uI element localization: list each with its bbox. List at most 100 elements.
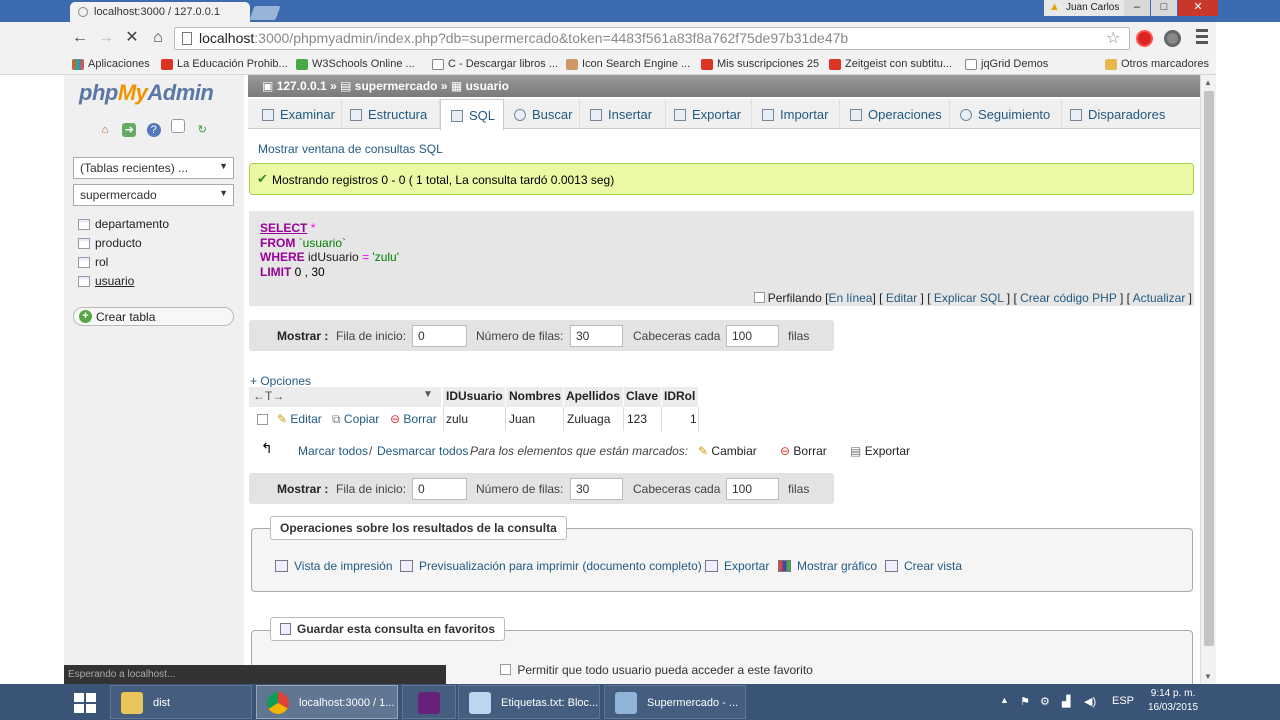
bookmark-item[interactable]: Mis suscripciones 25 — [701, 58, 819, 70]
bookmark-other[interactable]: Otros marcadores — [1105, 58, 1209, 70]
database-select[interactable]: supermercado ▼ — [73, 184, 234, 206]
browser-menu-icon[interactable] — [1196, 29, 1208, 47]
bookmark-apps[interactable]: Aplicaciones — [72, 58, 150, 70]
taskbar-item-notepad[interactable]: Etiquetas.txt: Bloc... — [458, 685, 600, 719]
scroll-up-icon[interactable]: ▲ — [1204, 78, 1212, 87]
network-icon[interactable]: ▟ — [1062, 695, 1070, 708]
logout-icon[interactable]: ➜ — [122, 123, 137, 137]
table-link-usuario[interactable]: usuario — [78, 274, 134, 288]
address-bar[interactable]: localhost:3000/phpmyadmin/index.php?db=s… — [174, 27, 1130, 50]
tab-buscar[interactable]: Buscar — [504, 99, 580, 129]
profiling-checkbox[interactable] — [753, 292, 765, 303]
bulk-export-button[interactable]: ▤ Exportar — [850, 444, 910, 458]
print-preview-full-link[interactable]: Previsualización para imprimir (document… — [400, 559, 702, 573]
breadcrumb-table[interactable]: usuario — [466, 79, 509, 93]
taskbar-item-explorer[interactable]: dist — [110, 685, 252, 719]
create-php-link[interactable]: Crear código PHP — [1020, 291, 1117, 305]
breadcrumb-server[interactable]: 127.0.0.1 — [277, 79, 327, 93]
bulk-delete-button[interactable]: ⊖ Borrar — [780, 444, 827, 458]
home-icon[interactable]: ⌂ — [148, 28, 168, 48]
home-icon[interactable]: ⌂ — [98, 123, 112, 137]
options-toggle[interactable]: + Opciones — [250, 374, 311, 388]
bookmark-item[interactable]: Icon Search Engine ... — [566, 58, 690, 70]
flag-icon[interactable]: ⚑ — [1020, 695, 1030, 708]
page-scrollbar[interactable]: ▲ ▼ — [1200, 75, 1216, 685]
stop-icon[interactable]: ✕ — [122, 28, 142, 48]
column-header[interactable]: Nombres — [506, 387, 563, 407]
taskbar-item-chrome[interactable]: localhost:3000 / 1... — [256, 685, 398, 719]
phpmyadmin-logo[interactable]: phpMyAdmin — [79, 80, 214, 106]
tab-estructura[interactable]: Estructura — [342, 99, 440, 129]
language-indicator[interactable]: ESP — [1112, 695, 1134, 707]
inline-edit-link[interactable]: En línea — [828, 291, 872, 305]
extension-g-icon[interactable] — [1164, 30, 1181, 47]
scroll-down-icon[interactable]: ▼ — [1204, 672, 1212, 681]
taskbar-item-virtualbox[interactable]: Supermercado - ... — [604, 685, 746, 719]
tray-expand-icon[interactable]: ▲ — [1000, 695, 1009, 705]
browser-tab[interactable]: localhost:3000 / 127.0.0.1 — [70, 2, 250, 22]
windows-start-icon[interactable] — [74, 693, 96, 713]
close-button[interactable]: ✕ — [1178, 0, 1218, 16]
headers-every-input[interactable]: 100 — [726, 325, 779, 347]
refresh-link[interactable]: Actualizar — [1133, 291, 1186, 305]
table-link-producto[interactable]: producto — [78, 236, 142, 250]
maximize-button[interactable]: □ — [1151, 0, 1177, 16]
tab-examinar[interactable]: Examinar — [248, 99, 342, 129]
help-icon[interactable]: ? — [146, 123, 161, 137]
bookmark-item[interactable]: W3Schools Online ... — [296, 58, 415, 70]
minimize-button[interactable]: – — [1124, 0, 1150, 16]
profile-button[interactable]: ▲ Juan Carlos — [1044, 0, 1124, 16]
bookmark-item[interactable]: C - Descargar libros ... — [432, 58, 558, 70]
tab-importar[interactable]: Importar — [752, 99, 840, 129]
bookmark-public-option[interactable]: Permitir que todo usuario pueda acceder … — [500, 663, 813, 677]
column-header[interactable]: Apellidos — [564, 387, 623, 407]
public-bookmark-checkbox[interactable] — [500, 664, 511, 675]
show-chart-link[interactable]: Mostrar gráfico — [778, 559, 877, 573]
tab-disparadores[interactable]: Disparadores — [1062, 99, 1172, 129]
column-resize-arrows[interactable]: ←T→ — [253, 389, 284, 403]
back-arrow-icon[interactable]: ← — [70, 28, 90, 48]
export-link[interactable]: Exportar — [705, 559, 769, 573]
system-clock[interactable]: 9:14 p. m. 16/03/2015 — [1145, 687, 1201, 715]
bookmark-item[interactable]: jqGrid Demos — [965, 58, 1048, 70]
bookmark-item[interactable]: La Educación Prohib... — [161, 58, 288, 70]
tray-app-icon[interactable]: ⚙ — [1040, 695, 1050, 708]
taskbar-item-visualstudio[interactable] — [402, 685, 456, 719]
tab-seguimiento[interactable]: Seguimiento — [950, 99, 1062, 129]
docs-icon[interactable] — [171, 119, 186, 133]
tab-sql[interactable]: SQL — [440, 99, 504, 130]
cell-idrol[interactable]: 1 — [690, 412, 697, 426]
delete-row-button[interactable]: ⊖ Borrar — [390, 412, 437, 426]
cell-clave[interactable]: 123 — [627, 412, 647, 426]
column-header[interactable]: Clave — [624, 387, 661, 407]
edit-link[interactable]: Editar — [886, 291, 917, 305]
tab-exportar[interactable]: Exportar — [666, 99, 752, 129]
table-link-rol[interactable]: rol — [78, 255, 108, 269]
rows-count-input[interactable]: 30 — [570, 325, 623, 347]
bulk-change-button[interactable]: ✎ Cambiar — [698, 444, 757, 458]
column-header[interactable]: IDRol — [662, 387, 698, 407]
start-row-input[interactable]: 0 — [412, 325, 467, 347]
extension-stop-icon[interactable] — [1136, 30, 1153, 47]
cell-apellidos[interactable]: Zuluaga — [567, 412, 610, 426]
scrollbar-thumb[interactable] — [1204, 91, 1214, 646]
bookmark-star-icon[interactable]: ☆ — [1106, 28, 1120, 48]
sort-dropdown-icon[interactable]: ▼ — [423, 389, 433, 400]
create-view-link[interactable]: Crear vista — [885, 559, 962, 573]
cell-idusuario[interactable]: zulu — [446, 412, 468, 426]
row-checkbox[interactable] — [257, 414, 268, 425]
edit-row-button[interactable]: ✎ Editar — [277, 412, 322, 426]
reload-icon[interactable]: ↻ — [195, 123, 209, 137]
rows-count-input[interactable]: 30 — [570, 478, 623, 500]
volume-icon[interactable]: ◀) — [1084, 695, 1096, 708]
print-view-link[interactable]: Vista de impresión — [275, 559, 393, 573]
create-table-button[interactable]: + Crear tabla — [73, 307, 234, 326]
explain-sql-link[interactable]: Explicar SQL — [934, 291, 1004, 305]
bookmark-item[interactable]: Zeitgeist con subtitu... — [829, 58, 952, 70]
table-link-departamento[interactable]: departamento — [78, 217, 169, 231]
column-header[interactable]: IDUsuario — [443, 387, 505, 407]
cell-nombres[interactable]: Juan — [509, 412, 535, 426]
tab-insertar[interactable]: Insertar — [580, 99, 666, 129]
deselect-all-link[interactable]: Desmarcar todos — [377, 444, 468, 458]
breadcrumb-database[interactable]: supermercado — [355, 79, 438, 93]
